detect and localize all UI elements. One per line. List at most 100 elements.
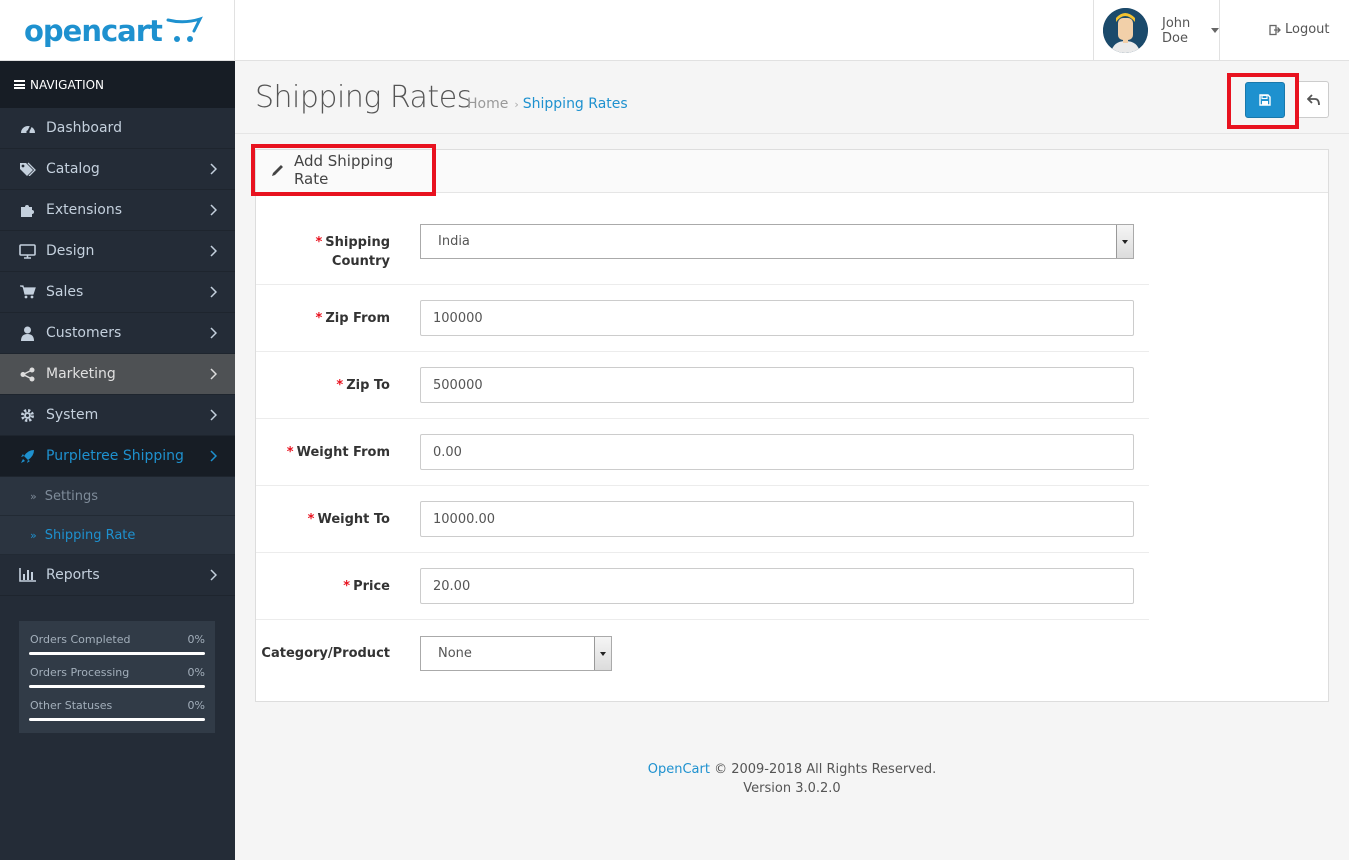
sidebar-item-label: Extensions bbox=[46, 202, 123, 218]
category-label: Category/Product bbox=[261, 646, 390, 661]
sidebar-item-catalog[interactable]: Catalog bbox=[0, 149, 235, 190]
form-row-price: * Price bbox=[256, 553, 1149, 620]
sidebar-subitem-settings[interactable]: » Settings bbox=[0, 477, 235, 516]
zip-from-input[interactable] bbox=[420, 300, 1134, 336]
sidebar-item-purpletree-shipping[interactable]: Purpletree Shipping bbox=[0, 436, 235, 477]
cart-icon bbox=[19, 284, 36, 301]
required-mark: * bbox=[286, 445, 294, 460]
stat-label: Other Statuses bbox=[30, 699, 113, 712]
logout-label: Logout bbox=[1285, 22, 1330, 37]
sidebar-item-marketing[interactable]: Marketing bbox=[0, 354, 235, 395]
weight-from-input[interactable] bbox=[420, 434, 1134, 470]
user-avatar-icon bbox=[1103, 8, 1148, 53]
zip-from-label: * Zip From bbox=[316, 309, 390, 328]
required-mark: * bbox=[315, 311, 323, 326]
puzzle-icon bbox=[19, 202, 36, 219]
chevron-right-icon bbox=[210, 409, 217, 421]
logout-link[interactable]: Logout bbox=[1269, 22, 1330, 37]
chevron-right-icon bbox=[210, 569, 217, 581]
reply-icon bbox=[1307, 93, 1320, 105]
form-row-zip-to: * Zip To bbox=[256, 352, 1149, 419]
weight-from-label-text: Weight From bbox=[296, 445, 390, 460]
breadcrumb-current[interactable]: Shipping Rates bbox=[523, 96, 628, 112]
required-mark: * bbox=[336, 378, 344, 393]
weight-to-input[interactable] bbox=[420, 501, 1134, 537]
stat-row: Orders Processing 0% bbox=[29, 662, 205, 695]
pencil-icon bbox=[271, 165, 283, 176]
sidebar-item-customers[interactable]: Customers bbox=[0, 313, 235, 354]
user-icon bbox=[19, 325, 36, 342]
required-mark: * bbox=[343, 579, 351, 594]
save-icon bbox=[1259, 94, 1271, 106]
sidebar-item-label: Purpletree Shipping bbox=[46, 448, 184, 464]
sign-out-icon bbox=[1269, 24, 1281, 35]
page-header: Shipping Rates Home › Shipping Rates bbox=[235, 61, 1349, 134]
price-label: * Price bbox=[343, 577, 390, 596]
opencart-link[interactable]: OpenCart bbox=[648, 762, 710, 777]
stat-value: 0% bbox=[187, 666, 205, 679]
header-divider bbox=[234, 0, 235, 61]
menu-bars-icon bbox=[14, 80, 25, 89]
country-select-value: India bbox=[438, 234, 470, 249]
form-row-zip-from: * Zip From bbox=[256, 285, 1149, 352]
footer-copyright-line: OpenCart © 2009-2018 All Rights Reserved… bbox=[235, 760, 1349, 779]
version-text: Version 3.0.2.0 bbox=[743, 781, 841, 796]
cart-logo-icon bbox=[166, 16, 203, 42]
back-button[interactable] bbox=[1299, 81, 1329, 118]
stat-row: Other Statuses 0% bbox=[29, 695, 205, 728]
weight-to-label: * Weight To bbox=[308, 510, 390, 529]
stat-progress-bar bbox=[29, 718, 205, 721]
sidebar-item-design[interactable]: Design bbox=[0, 231, 235, 272]
sidebar-subitem-shipping-rate[interactable]: » Shipping Rate bbox=[0, 516, 235, 555]
category-select[interactable]: None bbox=[420, 636, 612, 671]
breadcrumb-home[interactable]: Home bbox=[467, 96, 508, 112]
sidebar-item-label: Catalog bbox=[46, 161, 100, 177]
nav-header[interactable]: NAVIGATION bbox=[0, 61, 235, 108]
gear-icon bbox=[19, 407, 36, 424]
stat-value: 0% bbox=[187, 633, 205, 646]
chevron-down-icon bbox=[1211, 28, 1219, 33]
zip-to-input[interactable] bbox=[420, 367, 1134, 403]
chevron-right-icon bbox=[210, 286, 217, 298]
select-arrow bbox=[594, 637, 611, 670]
sidebar-item-label: Sales bbox=[46, 284, 84, 300]
form-row-country: * Shipping Country India bbox=[256, 204, 1149, 285]
avatar bbox=[1103, 8, 1148, 53]
sidebar-item-dashboard[interactable]: Dashboard bbox=[0, 108, 235, 149]
page-title: Shipping Rates bbox=[255, 80, 472, 115]
country-select[interactable]: India bbox=[420, 224, 1134, 259]
sidebar-subitem-label: Settings bbox=[44, 488, 99, 504]
user-menu[interactable]: John Doe bbox=[1093, 0, 1220, 61]
double-chevron-right-icon: » bbox=[30, 528, 37, 542]
rocket-icon bbox=[19, 448, 36, 465]
price-input[interactable] bbox=[420, 568, 1134, 604]
stat-row: Orders Completed 0% bbox=[29, 629, 205, 662]
logo-text: opencart bbox=[24, 14, 163, 48]
stat-label: Orders Processing bbox=[30, 666, 130, 679]
chevron-right-icon bbox=[210, 450, 217, 462]
sidebar-item-sales[interactable]: Sales bbox=[0, 272, 235, 313]
share-icon bbox=[19, 366, 36, 383]
price-label-text: Price bbox=[353, 579, 390, 594]
sidebar-item-extensions[interactable]: Extensions bbox=[0, 190, 235, 231]
sidebar-item-system[interactable]: System bbox=[0, 395, 235, 436]
country-label: * Shipping Country bbox=[315, 233, 390, 271]
opencart-logo[interactable]: opencart bbox=[24, 13, 214, 53]
sidebar: NAVIGATION Dashboard Catalog Extensions … bbox=[0, 61, 235, 860]
sidebar-item-label: Reports bbox=[46, 567, 100, 583]
sidebar-item-label: Marketing bbox=[46, 366, 116, 382]
chevron-right-icon bbox=[210, 327, 217, 339]
panel-title: Add Shipping Rate bbox=[251, 144, 436, 196]
save-button[interactable] bbox=[1245, 82, 1285, 118]
sidebar-item-reports[interactable]: Reports bbox=[0, 555, 235, 596]
footer: OpenCart © 2009-2018 All Rights Reserved… bbox=[235, 760, 1349, 798]
select-arrow bbox=[1116, 225, 1133, 258]
category-select-value: None bbox=[438, 646, 472, 661]
stat-progress-bar bbox=[29, 652, 205, 655]
breadcrumb: Home › Shipping Rates bbox=[467, 96, 628, 112]
stat-progress-bar bbox=[29, 685, 205, 688]
top-header: opencart John Doe Logout bbox=[0, 0, 1349, 61]
country-label-line2: Country bbox=[331, 254, 390, 269]
required-mark: * bbox=[307, 512, 315, 527]
panel-title-label: Add Shipping Rate bbox=[293, 152, 394, 188]
